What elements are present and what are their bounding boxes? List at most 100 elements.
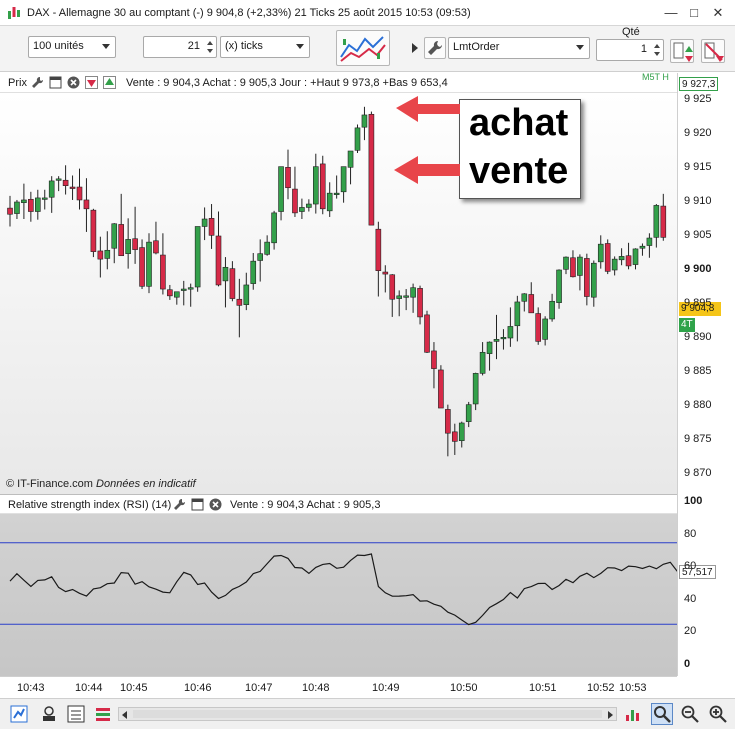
top-price-badge: 9 927,3: [679, 77, 719, 91]
candle: [479, 342, 486, 376]
candle: [118, 193, 124, 257]
candle: [14, 199, 20, 219]
time-axis-label: 10:49: [372, 682, 400, 694]
quantity-stepper-value: 1: [640, 43, 647, 55]
candle: [62, 165, 69, 195]
candle: [403, 289, 409, 311]
quantity-label: Qté: [622, 26, 640, 38]
candle: [570, 250, 576, 278]
candle: [312, 153, 319, 214]
stepper-down-icon[interactable]: [654, 52, 660, 56]
candle: [646, 233, 653, 258]
time-axis: 10:43 10:44 10:45 10:46 10:47 10:48 10:49 10:50…: [0, 676, 677, 698]
window-icon[interactable]: [191, 498, 204, 511]
price-axis-tick: 9 875: [684, 433, 712, 445]
time-axis-label: 10:51: [529, 682, 557, 694]
candle: [215, 211, 222, 287]
ticks-unit-value: (x) ticks: [225, 40, 263, 52]
candle: [417, 285, 423, 325]
stepper-down-icon[interactable]: [207, 49, 213, 53]
zoom-out-icon[interactable]: [681, 705, 699, 723]
candle: [167, 284, 173, 300]
scroll-right-icon[interactable]: [608, 711, 613, 719]
chart-scrollbar[interactable]: [118, 707, 617, 721]
candle: [34, 189, 41, 220]
candle: [347, 150, 354, 185]
wrench-icon[interactable]: [31, 76, 44, 89]
buy-order-icon: [673, 42, 693, 62]
rsi-axis: 57,517 100 80 60 40 20 0: [677, 494, 735, 676]
time-axis-label: 10:44: [75, 682, 103, 694]
candle: [194, 226, 201, 292]
vente-arrow-icon: [394, 156, 460, 184]
rsi-line-chart: [0, 542, 678, 626]
candle: [264, 235, 270, 256]
rsi-axis-tick: 0: [684, 658, 691, 670]
window-icon[interactable]: [49, 76, 62, 89]
buy-order-button[interactable]: [670, 39, 694, 63]
scroll-left-icon[interactable]: [122, 711, 127, 719]
wrench-button[interactable]: [424, 37, 446, 59]
price-axis-tick: 9 910: [684, 195, 712, 207]
timeframe-icon[interactable]: [40, 705, 58, 723]
quantity-stepper[interactable]: 1: [596, 39, 664, 61]
bottom-toolbar: [0, 698, 735, 729]
rsi-chart[interactable]: [0, 514, 678, 676]
wrench-icon[interactable]: [173, 498, 186, 511]
stepper-up-icon[interactable]: [207, 41, 213, 45]
zoom-selected-icon[interactable]: [651, 703, 673, 725]
candle: [55, 176, 62, 192]
sell-arrow-icon[interactable]: [85, 76, 98, 89]
bar-style-icon[interactable]: [94, 705, 112, 723]
zoom-in-icon[interactable]: [709, 705, 727, 723]
maximize-button[interactable]: □: [686, 5, 702, 21]
minimize-button[interactable]: —: [663, 5, 679, 21]
close-circle-icon[interactable]: [67, 76, 80, 89]
order-type-select[interactable]: LmtOrder: [448, 37, 590, 59]
candle: [549, 293, 555, 322]
candle: [493, 314, 500, 360]
candle: [125, 218, 131, 269]
chevron-down-icon: [102, 44, 110, 49]
sell-order-button[interactable]: [701, 39, 725, 63]
candle: [160, 233, 166, 295]
annotation-achat: achat: [469, 102, 569, 144]
layout-icon[interactable]: [67, 705, 85, 723]
goto-latest-icon[interactable]: [10, 705, 28, 723]
candle: [48, 176, 55, 213]
rsi-axis-tick: 20: [684, 625, 697, 638]
ticks-unit-select[interactable]: (x) ticks: [220, 36, 310, 58]
candle: [590, 260, 597, 307]
candle: [368, 111, 375, 226]
candle: [299, 198, 305, 219]
auto-scale-icon[interactable]: [624, 705, 642, 723]
wrench-icon: [428, 40, 443, 55]
price-axis-tick: 9 870: [684, 467, 712, 479]
candle: [486, 341, 493, 371]
close-circle-icon[interactable]: [209, 498, 222, 511]
collapse-arrow-icon[interactable]: [412, 43, 418, 53]
units-select[interactable]: 100 unités: [28, 36, 116, 58]
close-button[interactable]: ✕: [710, 5, 726, 21]
price-axis-tick: 9 890: [684, 331, 712, 343]
scrollbar-thumb[interactable]: [133, 710, 602, 718]
ticks-stepper[interactable]: 21: [143, 36, 217, 58]
chevron-down-icon: [296, 44, 304, 49]
watermark-note: Données en indicatif: [96, 478, 196, 490]
stepper-up-icon[interactable]: [654, 44, 660, 48]
time-axis-label: 10:43: [17, 682, 45, 694]
indicators-button[interactable]: [336, 30, 390, 66]
candle: [597, 235, 604, 269]
price-axis-tick: 9 895: [684, 297, 712, 309]
buy-arrow-icon[interactable]: [103, 76, 116, 89]
candle: [7, 195, 13, 227]
candle: [139, 239, 145, 290]
sell-order-icon: [704, 42, 724, 62]
indicators-icon: [340, 36, 386, 62]
candle: [174, 291, 180, 305]
candle: [445, 404, 451, 457]
candle: [410, 283, 416, 313]
candle: [97, 236, 104, 278]
time-axis-label: 10:46: [184, 682, 212, 694]
units-select-value: 100 unités: [33, 40, 84, 52]
